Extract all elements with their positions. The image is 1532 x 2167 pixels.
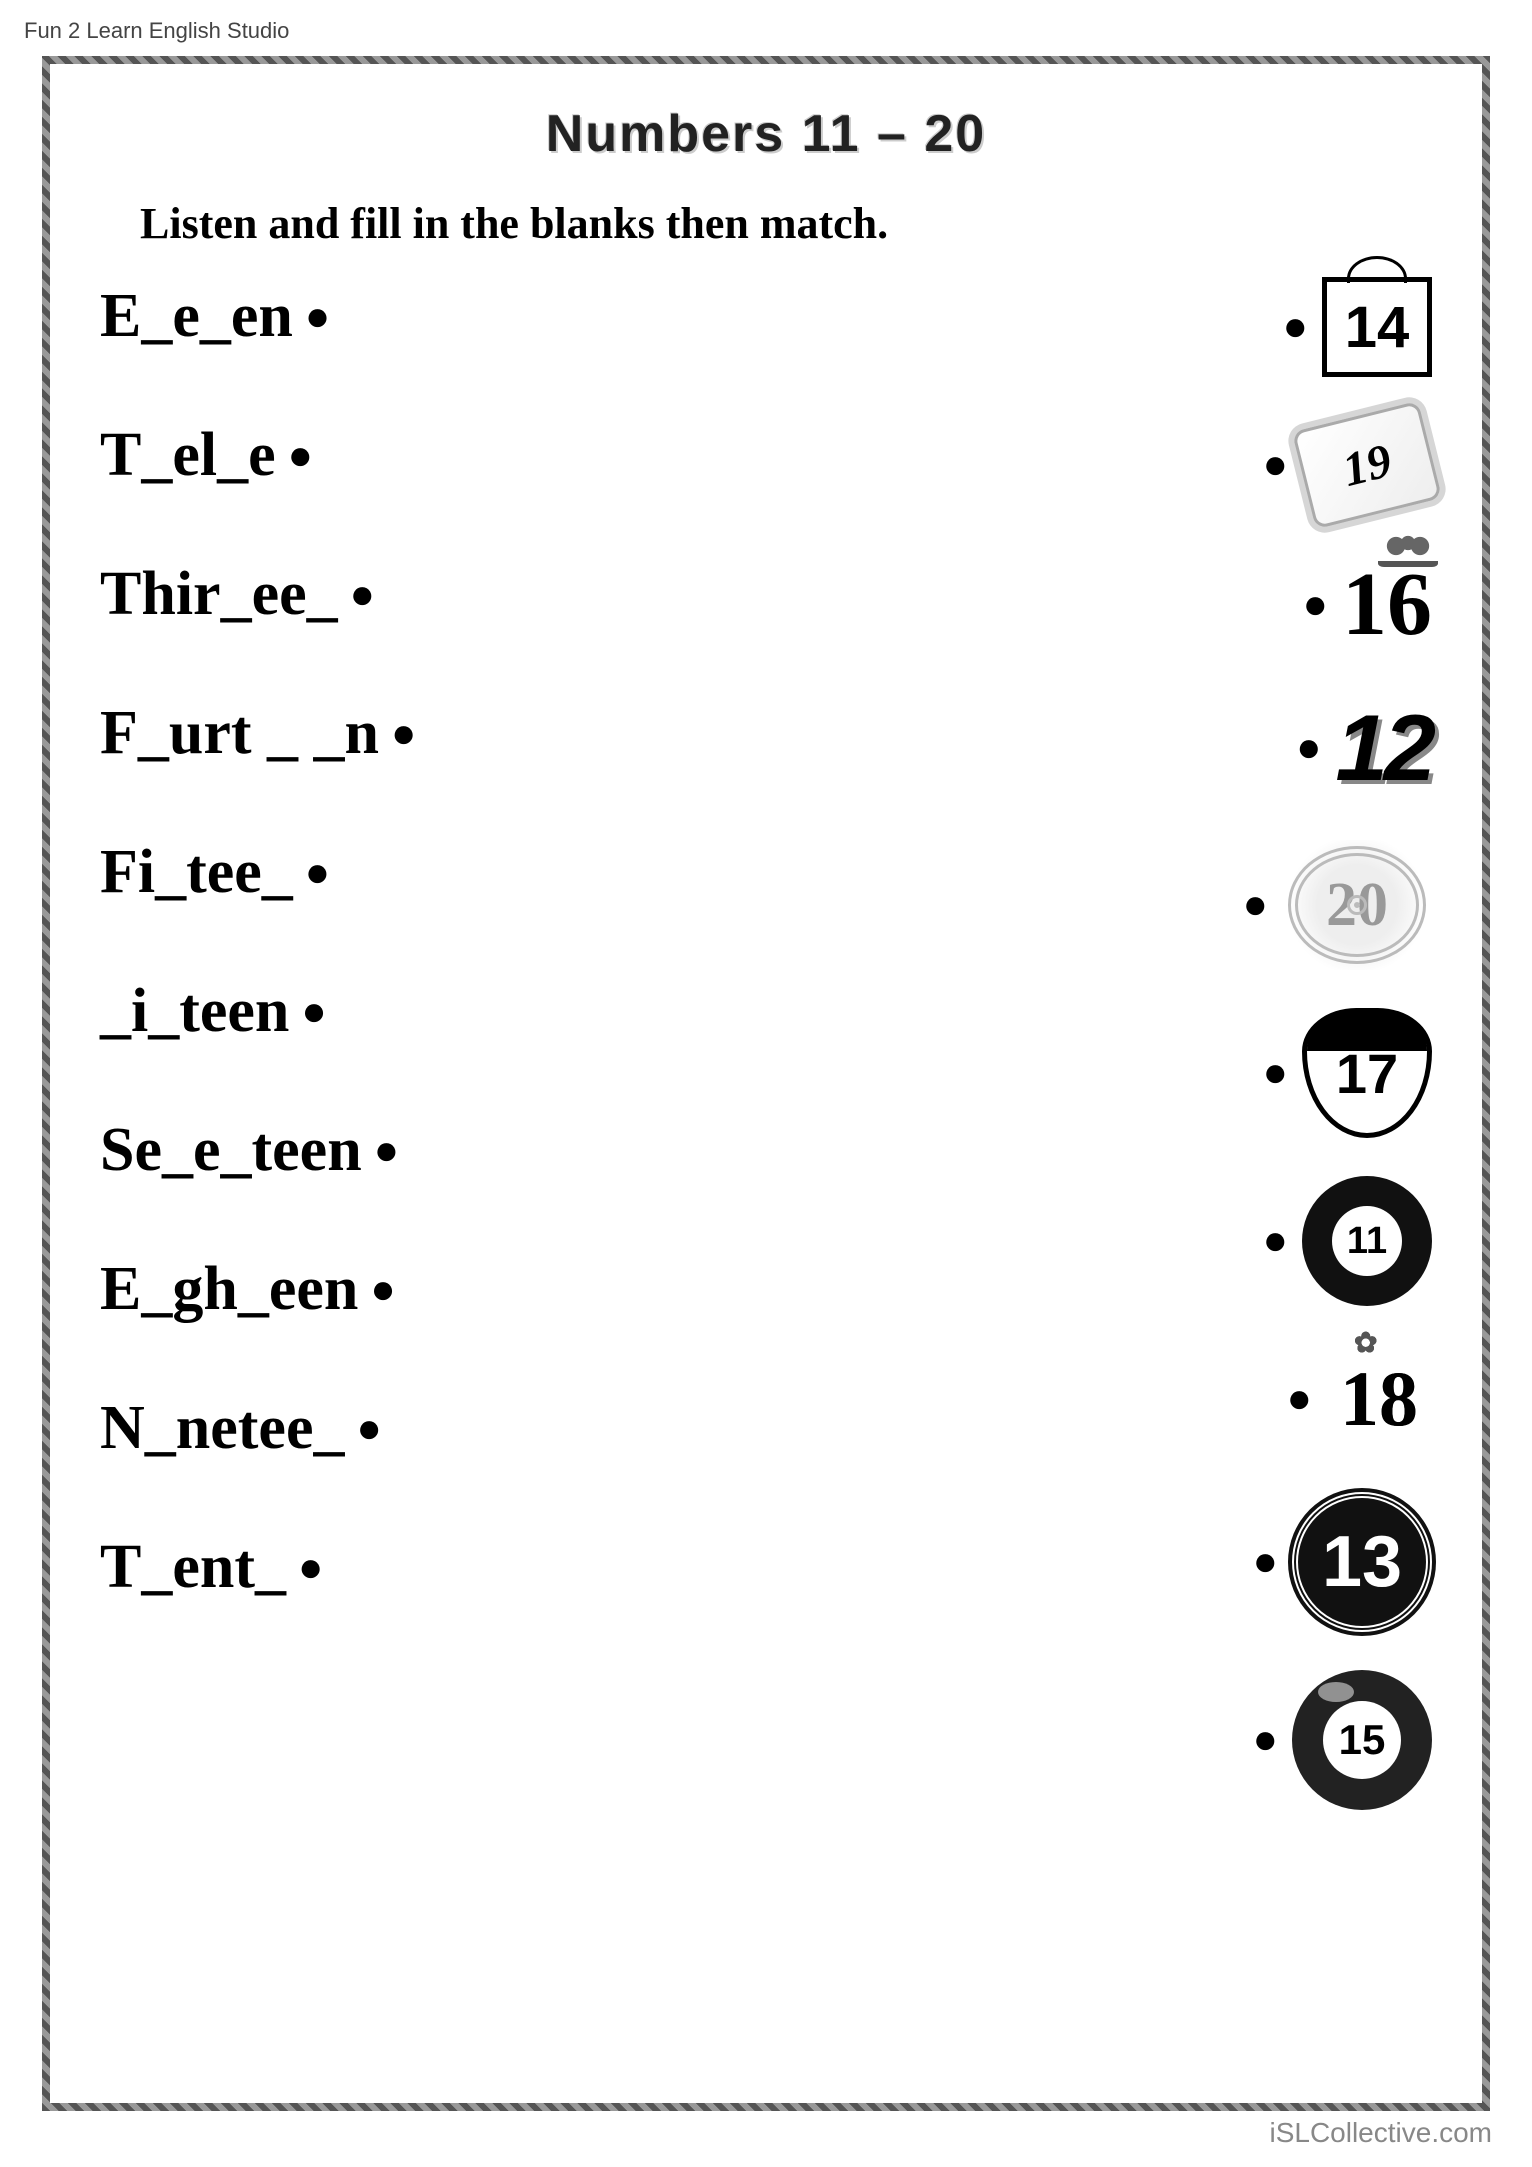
match-dot: ● — [1253, 1716, 1278, 1764]
word-row[interactable]: E_e_en● — [100, 281, 873, 352]
match-dot: ● — [298, 1544, 323, 1592]
match-dot: ● — [301, 988, 326, 1036]
word-row[interactable]: Fi_tee_● — [100, 837, 873, 908]
match-dot: ● — [1287, 1375, 1312, 1423]
number-value: 13 — [1322, 1521, 1402, 1603]
number-16-icon: 16 — [1342, 553, 1432, 656]
match-dot: ● — [391, 710, 416, 758]
number-value: 20 — [1326, 870, 1388, 941]
number-17-icon: 17 — [1302, 1008, 1432, 1138]
word-row[interactable]: E_gh_een● — [100, 1254, 873, 1325]
number-19-icon: 19 — [1292, 401, 1442, 529]
words-column: E_e_en● T_el_e● Thir_ee_● F_urt _ _n● Fi… — [100, 277, 873, 2036]
word-row[interactable]: T_ent_● — [100, 1532, 873, 1603]
number-14-icon: 14 — [1322, 277, 1432, 377]
word-text: T_ent_ — [100, 1532, 286, 1603]
number-value: 11 — [1332, 1206, 1402, 1276]
word-row[interactable]: Thir_ee_● — [100, 559, 873, 630]
word-row[interactable]: N_netee_● — [100, 1393, 873, 1464]
match-dot: ● — [1283, 303, 1308, 351]
match-dot: ● — [1296, 724, 1321, 772]
number-13-icon: 13 — [1292, 1492, 1432, 1632]
number-value: 18 — [1340, 1354, 1418, 1444]
word-text: T_el_e — [100, 420, 276, 491]
numbers-column: ● 14 ● 19 ● 16 ● 12 ● 20 ● 17 ● 11 ● 18 ● 13 ● 15 — [926, 277, 1432, 2036]
header-note: Fun 2 Learn English Studio — [24, 18, 289, 44]
match-dot: ● — [1253, 1538, 1278, 1586]
number-value: 14 — [1345, 294, 1410, 361]
number-value: 17 — [1336, 1041, 1398, 1106]
match-dot: ● — [288, 432, 313, 480]
number-11-icon: 11 — [1302, 1176, 1432, 1306]
match-dot: ● — [350, 571, 375, 619]
content-columns: E_e_en● T_el_e● Thir_ee_● F_urt _ _n● Fi… — [100, 277, 1432, 2036]
match-dot: ● — [374, 1127, 399, 1175]
match-dot: ● — [1243, 881, 1268, 929]
match-dot: ● — [1263, 1049, 1288, 1097]
match-dot: ● — [1263, 441, 1288, 489]
word-text: E_gh_een — [100, 1254, 358, 1325]
number-20-icon: 20 — [1282, 840, 1432, 970]
number-value: 12 — [1335, 694, 1432, 802]
word-row[interactable]: _i_teen● — [100, 976, 873, 1047]
number-row[interactable]: ● 19 — [1263, 415, 1432, 515]
number-row[interactable]: ● 18 — [1287, 1344, 1432, 1454]
number-value: 16 — [1342, 553, 1432, 656]
word-row[interactable]: Se_e_teen● — [100, 1115, 873, 1186]
watermark: iSLCollective.com — [1269, 2117, 1492, 2149]
number-row[interactable]: ● 20 — [1243, 840, 1432, 970]
instruction-text: Listen and fill in the blanks then match… — [140, 198, 1432, 249]
number-row[interactable]: ● 11 — [1263, 1176, 1432, 1306]
word-text: F_urt _ _n — [100, 698, 379, 769]
page-title: Numbers 11 – 20 — [100, 104, 1432, 164]
number-row[interactable]: ● 15 — [1253, 1670, 1432, 1810]
worksheet-frame: Numbers 11 – 20 Listen and fill in the b… — [42, 56, 1490, 2111]
match-dot: ● — [1303, 581, 1328, 629]
word-text: E_e_en — [100, 281, 293, 352]
number-row[interactable]: ● 14 — [1283, 277, 1432, 377]
match-dot: ● — [1263, 1217, 1288, 1265]
number-18-icon: 18 — [1326, 1344, 1432, 1454]
number-row[interactable]: ● 17 — [1263, 1008, 1432, 1138]
word-text: Fi_tee_ — [100, 837, 293, 908]
word-text: Thir_ee_ — [100, 559, 338, 630]
number-15-icon: 15 — [1292, 1670, 1432, 1810]
number-12-icon: 12 — [1335, 694, 1432, 802]
word-row[interactable]: F_urt _ _n● — [100, 698, 873, 769]
word-text: N_netee_ — [100, 1393, 344, 1464]
number-value: 19 — [1337, 433, 1397, 498]
word-text: Se_e_teen — [100, 1115, 362, 1186]
number-value: 15 — [1323, 1701, 1401, 1779]
match-dot: ● — [370, 1266, 395, 1314]
match-dot: ● — [356, 1405, 381, 1453]
word-row[interactable]: T_el_e● — [100, 420, 873, 491]
number-row[interactable]: ● 16 — [1303, 553, 1432, 656]
word-text: _i_teen — [100, 976, 289, 1047]
number-row[interactable]: ● 12 — [1296, 694, 1432, 802]
number-row[interactable]: ● 13 — [1253, 1492, 1432, 1632]
match-dot: ● — [305, 293, 330, 341]
match-dot: ● — [305, 849, 330, 897]
